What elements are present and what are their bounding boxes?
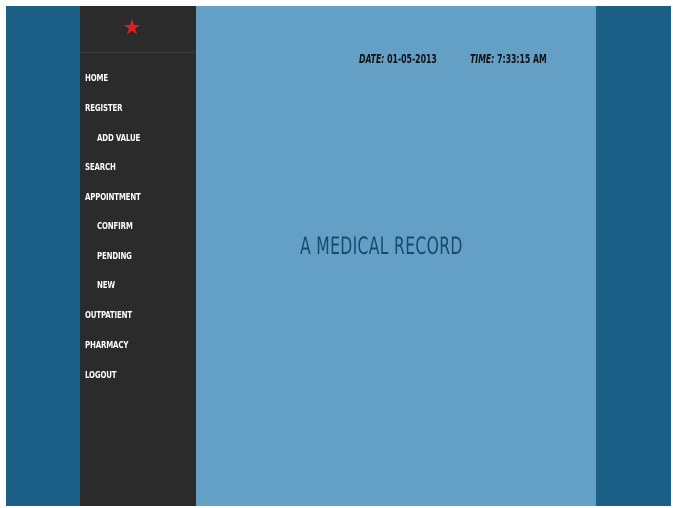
date-display: DATE: 01-05-2013 xyxy=(359,52,437,68)
sidebar: HOME REGISTER ADD VALUE SEARCH APPOINTME… xyxy=(80,6,196,506)
nav-new[interactable]: NEW xyxy=(97,280,115,291)
nav-logout[interactable]: LOGOUT xyxy=(85,370,117,381)
time-value: 7:33:15 AM xyxy=(497,52,547,66)
nav-confirm[interactable]: CONFIRM xyxy=(97,221,133,232)
nav-pharmacy[interactable]: PHARMACY xyxy=(85,340,128,351)
nav-register[interactable]: REGISTER xyxy=(85,103,123,114)
time-display: TIME: 7:33:15 AM xyxy=(470,52,547,68)
nav-add-value[interactable]: ADD VALUE xyxy=(97,133,140,144)
nav-home[interactable]: HOME xyxy=(85,73,108,84)
nav-search[interactable]: SEARCH xyxy=(85,162,116,173)
crescent-star-icon xyxy=(114,13,140,41)
page-title: A MEDICAL RECORD xyxy=(300,232,463,260)
nav-appointment[interactable]: APPOINTMENT xyxy=(85,192,141,203)
logo[interactable] xyxy=(80,6,196,53)
nav-pending[interactable]: PENDING xyxy=(97,251,132,262)
nav-outpatient[interactable]: OUTPATIENT xyxy=(85,310,132,321)
date-label: DATE: xyxy=(359,52,385,66)
time-label: TIME: xyxy=(470,52,495,66)
date-value: 01-05-2013 xyxy=(387,52,437,66)
